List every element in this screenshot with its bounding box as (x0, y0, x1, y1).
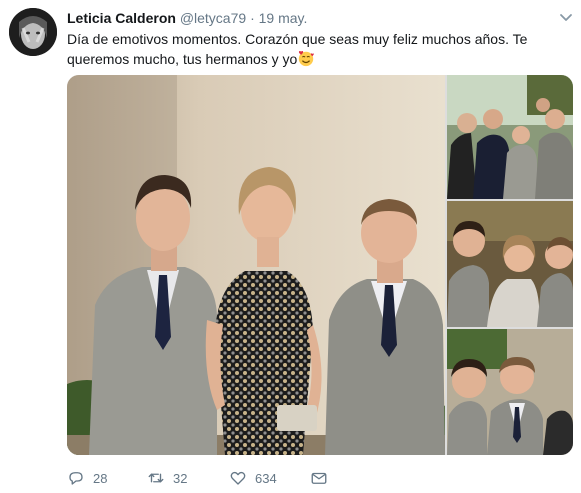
avatar-image (9, 8, 57, 56)
reply-count: 28 (93, 470, 108, 486)
photo-thumb-middle-image (447, 201, 573, 327)
photo-thumb-top-image (447, 75, 573, 199)
author-handle[interactable]: @letyca79 (180, 10, 246, 26)
retweet-icon (148, 473, 164, 483)
photo-thumb-middle[interactable] (447, 201, 573, 327)
avatar[interactable] (9, 8, 57, 56)
tweet-date[interactable]: 19 may. (259, 10, 308, 26)
tweet-media (67, 75, 573, 455)
photo-main[interactable] (67, 75, 445, 455)
header-separator: · (250, 10, 255, 26)
author-name[interactable]: Leticia Calderon (67, 10, 176, 26)
photo-thumb-bottom-image (447, 329, 573, 455)
reply-button[interactable]: 28 (67, 468, 107, 488)
photo-thumb-bottom[interactable] (447, 329, 573, 455)
reply-icon (69, 472, 83, 485)
heart-icon (230, 471, 246, 485)
photo-thumb-top[interactable] (447, 75, 573, 199)
retweet-button[interactable]: 32 (147, 468, 187, 488)
tweet-header: Leticia Calderon @letyca79 · 19 may. (67, 9, 557, 27)
like-button[interactable]: 634 (229, 468, 277, 488)
smiling-face-with-hearts-icon (299, 50, 315, 67)
photo-main-image (67, 75, 445, 455)
retweet-count: 32 (173, 470, 188, 486)
tweet-text: Día de emotivos momentos. Corazón que se… (67, 29, 537, 69)
like-count: 634 (255, 470, 277, 486)
chevron-down-icon[interactable] (559, 10, 573, 24)
mail-icon (311, 472, 327, 484)
direct-message-button[interactable] (310, 468, 336, 488)
